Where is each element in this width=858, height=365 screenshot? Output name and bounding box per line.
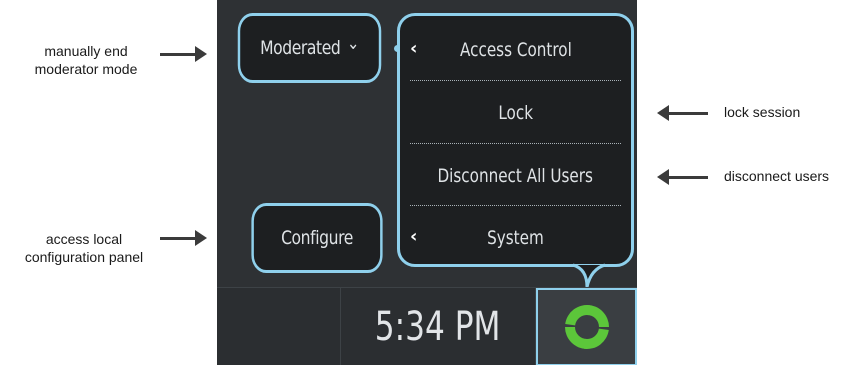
arrow-icon [160, 230, 207, 246]
logo-button[interactable] [536, 288, 637, 365]
annotation-local-config: access local configuration panel [14, 230, 154, 266]
annotation-text: access local [45, 231, 123, 247]
menu-item-label: Disconnect All Users [437, 165, 594, 187]
menu-item-label: Lock [498, 102, 533, 124]
menu-item-label: System [487, 227, 544, 249]
annotation-lock-session: lock session [724, 104, 801, 120]
chevron-left-icon: ‹ [410, 38, 418, 59]
clock-time: 5:34 PM [374, 304, 501, 350]
divider [410, 143, 621, 144]
menu-item-system[interactable]: ‹ System [408, 207, 623, 269]
annotation-text: configuration panel [24, 249, 144, 265]
chevron-left-icon: ‹ [410, 226, 418, 247]
menu-item-label: Access Control [459, 39, 572, 61]
configure-button[interactable]: Configure [251, 203, 383, 273]
moderated-label: Moderated [260, 37, 341, 59]
arrow-icon [160, 46, 207, 62]
menu-item-disconnect-all-users[interactable]: Disconnect All Users [408, 145, 623, 207]
menu-pointer [572, 263, 606, 288]
annotation-end-moderator: manually end moderator mode [22, 42, 150, 78]
clock: 5:34 PM [341, 288, 534, 365]
device-screen: Moderated ⌄ Configure ‹ Access Control L… [217, 0, 637, 365]
annotation-text: manually end [44, 43, 128, 59]
moderated-button[interactable]: Moderated ⌄ [237, 13, 382, 83]
configure-label: Configure [281, 227, 353, 249]
menu-item-access-control[interactable]: ‹ Access Control [408, 19, 623, 81]
annotation-text: moderator mode [34, 61, 138, 77]
arrow-icon [657, 169, 708, 185]
green-swirl-logo-icon [564, 305, 609, 349]
divider [410, 205, 621, 206]
taskbar-cell [217, 288, 341, 365]
access-control-menu: ‹ Access Control Lock Disconnect All Use… [397, 13, 634, 267]
arrow-icon [657, 105, 708, 121]
chevron-down-icon: ⌄ [346, 32, 359, 54]
divider [410, 80, 621, 81]
taskbar: 5:34 PM [217, 287, 637, 365]
annotation-disconnect-users: disconnect users [724, 168, 830, 184]
menu-item-lock[interactable]: Lock [408, 82, 623, 144]
